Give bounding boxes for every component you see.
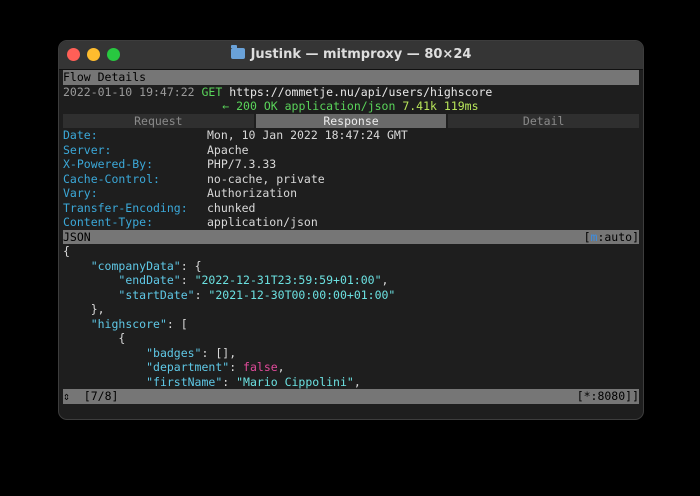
header-value: chunked xyxy=(207,200,256,215)
json-line: { xyxy=(63,331,639,346)
json-key: "startDate" xyxy=(118,287,195,302)
title-bar: Justink — mitmproxy — 80×24 xyxy=(59,41,643,70)
response-time: 119ms xyxy=(443,99,479,113)
json-line: "endDate": "2022-12-31T23:59:59+01:00", xyxy=(118,273,389,287)
flow-position: [7/8] xyxy=(83,389,119,403)
json-brace: { xyxy=(118,331,126,345)
json-key: "companyData" xyxy=(90,258,181,273)
tab-detail[interactable]: Detail xyxy=(448,113,640,128)
json-key: "highscore" xyxy=(90,316,167,331)
flow-timestamp: 2022-01-10 19:47:22 xyxy=(63,84,195,99)
response-status: 200 OK xyxy=(236,99,278,113)
json-line: "firstName": "Mario Cippolini", xyxy=(146,374,361,389)
json-line: "startDate": "2021-12-30T00:00:00+01:00" xyxy=(118,287,396,302)
response-size: 7.41k xyxy=(402,99,437,113)
listen-address: [*:8080]] xyxy=(576,389,639,403)
request-line: 2022-01-10 19:47:22 GET https://ommetje.… xyxy=(63,85,639,100)
header-row: Server: Apache xyxy=(63,143,639,158)
header-row: Content-Type: application/json xyxy=(63,215,639,230)
header-value: PHP/7.3.33 xyxy=(207,157,277,171)
flow-details-bar: Flow Details xyxy=(63,70,639,85)
json-line: "companyData": { xyxy=(63,259,639,274)
json-view-bar: JSON [m:auto] xyxy=(63,229,639,245)
header-value: Mon, 10 Jan 2022 18:47:24 GMT xyxy=(207,128,408,142)
status-bar: ⇕ [7/8] [*:8080]] xyxy=(63,389,639,404)
tab-response[interactable]: Response xyxy=(255,113,447,128)
json-key: "department" xyxy=(146,360,230,374)
header-value: no-cache, private xyxy=(207,171,325,186)
json-boolean: false xyxy=(243,360,278,374)
mode-open-bracket: [ xyxy=(583,229,591,244)
json-punct: : { xyxy=(180,258,202,273)
json-string: "2021-12-30T00:00:00+01:00" xyxy=(208,287,396,302)
tab-request[interactable]: Request xyxy=(63,113,254,128)
header-name: Transfer-Encoding: xyxy=(63,200,188,215)
json-punct: : [ xyxy=(166,316,188,331)
response-arrow: ← xyxy=(222,99,230,113)
json-string: "Mario Cippolini" xyxy=(236,374,354,389)
detail-tabs: Request Response Detail xyxy=(63,113,640,128)
header-row: Cache-Control: no-cache, private xyxy=(63,172,639,187)
window-title-text: Justink — mitmproxy — 80×24 xyxy=(250,47,472,62)
json-line: }, xyxy=(63,302,639,317)
scroll-arrows-icon: ⇕ xyxy=(63,389,70,403)
header-value: Authorization xyxy=(207,186,298,200)
header-name: Server: xyxy=(63,142,112,157)
header-name: Cache-Control: xyxy=(63,171,160,186)
response-content-type: application/json xyxy=(284,99,396,113)
terminal-content[interactable]: Flow Details 2022-01-10 19:47:22 GET htt… xyxy=(63,70,640,419)
header-name: Date: xyxy=(63,128,98,142)
json-key: "firstName" xyxy=(146,374,223,389)
json-line: "department": false, xyxy=(146,360,285,374)
json-punct: }, xyxy=(90,302,105,316)
terminal-window: Justink — mitmproxy — 80×24 Flow Details… xyxy=(58,40,644,420)
response-line: ← 200 OK application/json 7.41k 119ms xyxy=(63,99,639,114)
header-name: Vary: xyxy=(63,186,98,200)
window-title: Justink — mitmproxy — 80×24 xyxy=(59,45,643,62)
json-line: "badges": [], xyxy=(146,345,237,360)
header-value: application/json xyxy=(207,215,318,229)
json-key: "badges" xyxy=(146,345,202,360)
json-string: "2022-12-31T23:59:59+01:00" xyxy=(194,273,382,287)
section-title: Flow Details xyxy=(63,70,147,84)
header-row: X-Powered-By: PHP/7.3.33 xyxy=(63,157,639,172)
json-brace: { xyxy=(63,244,70,258)
json-line: "highscore": [ xyxy=(63,317,639,332)
header-row: Vary: Authorization xyxy=(63,186,639,201)
header-row: Date: Mon, 10 Jan 2022 18:47:24 GMT xyxy=(63,128,639,143)
header-name: X-Powered-By: xyxy=(63,157,154,171)
view-mode-label: JSON xyxy=(63,229,91,244)
json-line: { xyxy=(63,244,639,259)
header-value: Apache xyxy=(207,142,249,157)
flow-method: GET xyxy=(201,84,223,99)
json-key: "endDate" xyxy=(118,273,181,287)
header-row: Transfer-Encoding: chunked xyxy=(63,201,639,216)
flow-url: https://ommetje.nu/api/users/highscore xyxy=(229,84,493,99)
json-value: [], xyxy=(215,345,237,360)
header-name: Content-Type: xyxy=(63,215,154,229)
folder-icon xyxy=(230,45,245,59)
view-mode-indicator[interactable]: [m:auto] xyxy=(584,230,639,245)
mode-value: :auto] xyxy=(597,229,639,244)
